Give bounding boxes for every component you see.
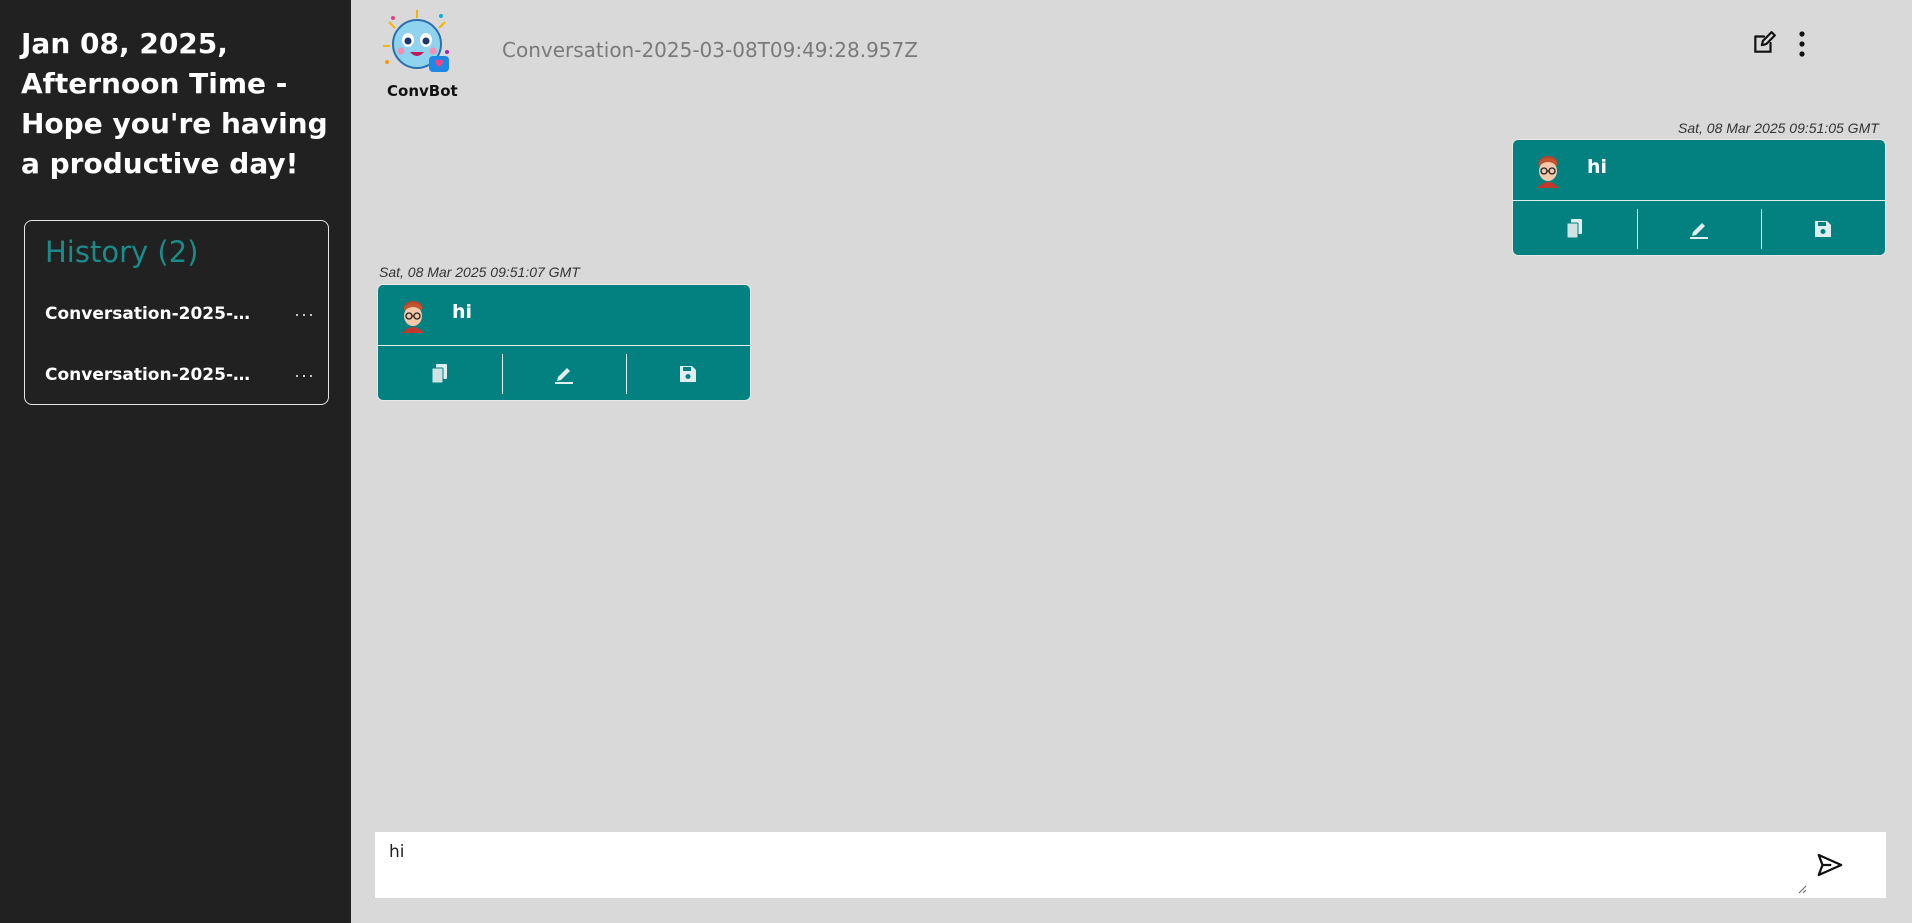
history-title: History (2) [45, 235, 199, 269]
app: Jan 08, 2025, Afternoon Time - Hope you'… [0, 0, 1912, 923]
message-timestamp: Sat, 08 Mar 2025 09:51:07 GMT [379, 264, 580, 280]
edit-icon[interactable] [1751, 30, 1777, 56]
chat-main: ConvBot Conversation-2025-03-08T09:49:28… [351, 0, 1912, 923]
message-text: hi [452, 301, 473, 323]
send-icon[interactable] [1815, 850, 1845, 880]
message-input[interactable] [375, 832, 1805, 898]
copy-icon [431, 364, 447, 384]
message-actions [378, 346, 750, 400]
message-text: hi [1587, 156, 1608, 178]
save-icon [1815, 221, 1831, 237]
edit-icon [555, 368, 573, 384]
history-panel: History (2) Conversation-2025-03-... ···… [24, 220, 329, 405]
resize-grip-icon[interactable] [1797, 884, 1807, 894]
copy-button[interactable] [1513, 201, 1637, 255]
save-button[interactable] [1761, 201, 1885, 255]
sidebar: Jan 08, 2025, Afternoon Time - Hope you'… [0, 0, 351, 923]
bot-name: ConvBot [387, 82, 458, 100]
history-item-label: Conversation-2025-03-... [45, 304, 260, 324]
more-horizontal-icon[interactable]: ··· [294, 365, 315, 386]
message-body: hi [378, 285, 750, 346]
convbot-logo-icon [383, 10, 449, 72]
message-composer [375, 832, 1886, 898]
user-avatar-icon [402, 301, 424, 333]
save-icon [680, 366, 696, 382]
edit-icon [1690, 223, 1708, 239]
save-button[interactable] [626, 346, 750, 400]
more-vertical-icon[interactable] [1796, 30, 1808, 58]
more-horizontal-icon[interactable]: ··· [294, 304, 315, 325]
copy-icon [1566, 219, 1582, 239]
history-item[interactable]: Conversation-2025-03-... ··· [45, 360, 315, 390]
message-body: hi [1513, 140, 1885, 201]
message-actions [1513, 201, 1885, 255]
conversation-title: Conversation-2025-03-08T09:49:28.957Z [502, 38, 918, 62]
history-item-label: Conversation-2025-03-... [45, 365, 260, 385]
greeting-text: Jan 08, 2025, Afternoon Time - Hope you'… [21, 27, 328, 180]
history-item[interactable]: Conversation-2025-03-... ··· [45, 299, 315, 329]
message-bubble: hi [377, 284, 751, 401]
message-timestamp: Sat, 08 Mar 2025 09:51:05 GMT [1678, 120, 1879, 136]
edit-message-button[interactable] [502, 346, 626, 400]
user-avatar-icon [1537, 156, 1559, 188]
edit-message-button[interactable] [1637, 201, 1761, 255]
message-bubble: hi [1512, 139, 1886, 256]
copy-button[interactable] [378, 346, 502, 400]
